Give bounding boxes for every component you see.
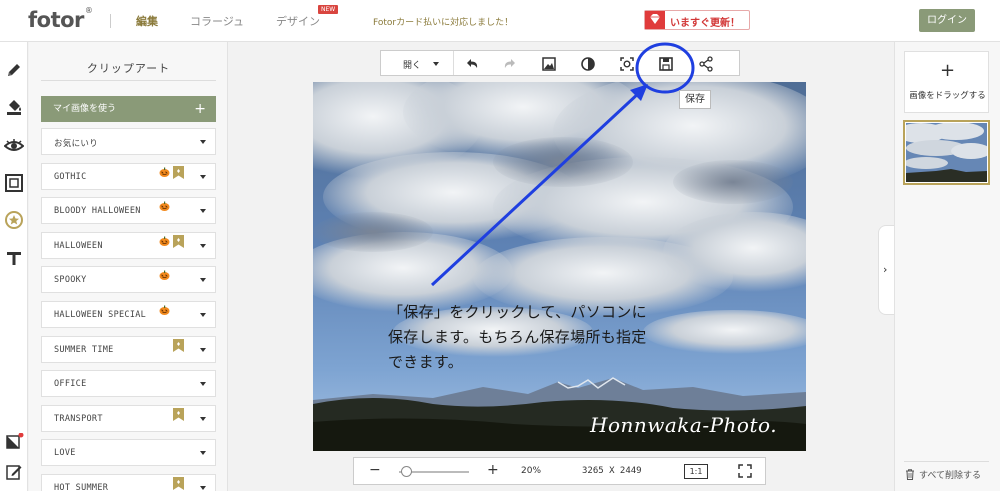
annotation-arrow	[430, 42, 695, 287]
save-tooltip: 保存	[679, 90, 711, 109]
annotation-line: 保存します。もちろん保存場所も指定	[388, 328, 647, 346]
add-image-dropzone[interactable]: + 画像をドラッグする	[904, 51, 989, 113]
plus-icon: +	[939, 60, 956, 81]
delete-all-label: すべて削除する	[919, 471, 982, 481]
zoom-in-button[interactable]: +	[487, 462, 499, 478]
zoom-out-button[interactable]: −	[369, 462, 381, 478]
annotation-line: 「保存」をクリックして、パソコンに	[388, 303, 647, 321]
image-dimensions: 3265 X 2449	[582, 466, 642, 476]
drop-label: 画像をドラッグする	[909, 91, 986, 101]
zoom-slider-handle[interactable]	[401, 466, 413, 477]
right-panel-toggle[interactable]: ›	[878, 225, 894, 315]
image-thumbnail[interactable]	[903, 120, 990, 185]
right-panel-divider	[904, 461, 989, 462]
annotation-line: できます。	[388, 353, 464, 371]
annotation-text: 「保存」をクリックして、パソコンに 保存します。もちろん保存場所も指定 できます…	[388, 300, 788, 375]
zoom-bar: − + 20% 3265 X 2449 1:1	[353, 457, 766, 485]
actual-size-button[interactable]: 1:1	[684, 464, 708, 479]
zoom-percent: 20%	[521, 466, 542, 476]
photo-watermark: Honnwaka-Photo.	[590, 413, 778, 437]
chevron-right-icon: ›	[883, 263, 888, 276]
trash-icon	[905, 469, 915, 480]
fullscreen-icon[interactable]	[738, 464, 752, 478]
delete-all-button[interactable]: すべて削除する	[905, 468, 981, 481]
